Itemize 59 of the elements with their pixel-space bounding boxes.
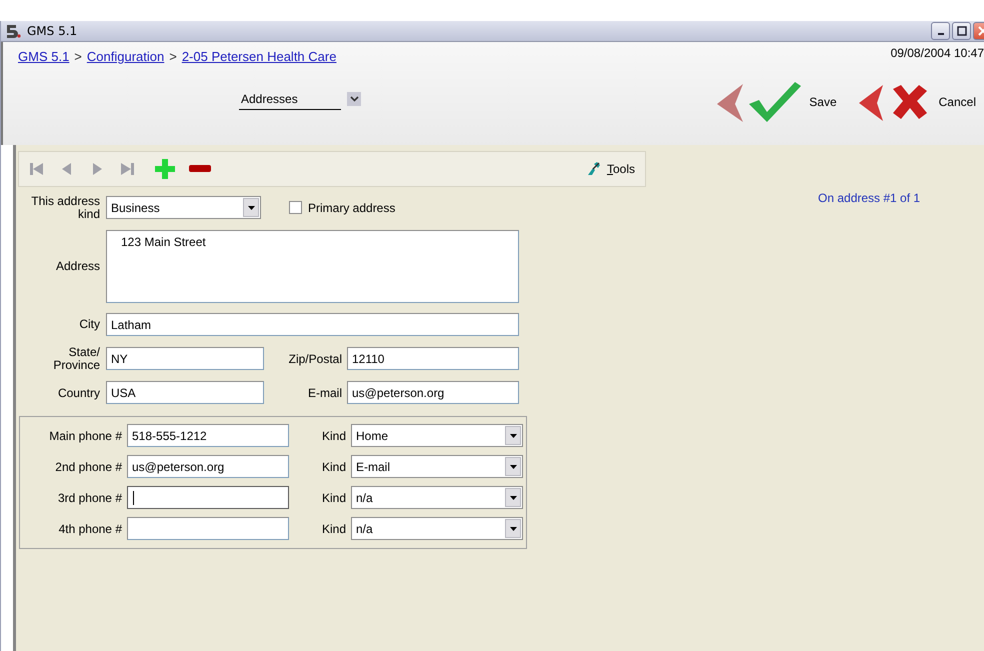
caret-icon <box>510 526 516 531</box>
chevron-icon <box>350 96 358 102</box>
address-field[interactable]: 123 Main Street <box>106 230 519 304</box>
caret-icon <box>510 496 516 500</box>
phone-label: 2nd phone # <box>54 460 122 474</box>
cancel-button[interactable]: Cancel <box>856 81 976 123</box>
caret-icon <box>510 464 516 469</box>
checkmark-icon <box>715 80 804 124</box>
maximize-icon <box>956 26 966 36</box>
checkbox-label: Primary address <box>308 200 396 215</box>
dropdown-button[interactable] <box>347 92 361 106</box>
city-field[interactable]: Latham <box>106 313 519 336</box>
address-kind-select[interactable]: Business <box>106 196 261 220</box>
kind-label: Kind <box>320 490 346 505</box>
field-label: City <box>78 318 100 331</box>
kind-label: Kind <box>320 428 346 443</box>
phone-kind-select[interactable]: E-mail <box>351 455 523 478</box>
minimize-button[interactable] <box>931 22 950 40</box>
phone-kind-select[interactable]: Home <box>351 424 523 448</box>
phone-label: Main phone # <box>48 428 122 443</box>
caret-icon <box>248 206 254 210</box>
plus-icon[interactable] <box>155 159 175 179</box>
tools-button[interactable]: Tools <box>586 161 635 177</box>
breadcrumb-link[interactable]: GMS 5.1 <box>18 49 70 64</box>
field-label: Country <box>56 386 100 400</box>
phone-field[interactable] <box>127 486 289 510</box>
primary-checkbox[interactable] <box>289 201 302 214</box>
save-button[interactable]: Save <box>715 80 837 124</box>
section-dropdown[interactable]: Addresses <box>239 88 341 110</box>
breadcrumb-link[interactable]: 2-05 Petersen Health Care <box>182 49 336 64</box>
minus-icon[interactable] <box>189 165 211 173</box>
email-field[interactable]: us@peterson.org <box>347 381 519 404</box>
date-time: 09/08/2004 10:47 <box>890 46 984 60</box>
kind-label: Kind <box>320 460 346 474</box>
phone-label: 3rd phone # <box>56 490 122 505</box>
field-label: State/ Province <box>52 346 100 372</box>
breadcrumb-separator: > <box>74 49 82 64</box>
caret-icon <box>510 434 516 438</box>
country-field[interactable]: USA <box>106 381 264 404</box>
field-label: Address <box>54 260 100 273</box>
field-label: E-mail <box>306 386 342 400</box>
tools-icon <box>586 161 602 177</box>
breadcrumb-link[interactable]: Configuration <box>86 49 164 64</box>
field-label: This address kind <box>30 195 100 220</box>
kind-label: Kind <box>320 522 346 536</box>
phone-kind-select[interactable]: n/a <box>351 517 523 540</box>
record-position: On address #1 of 1 <box>818 191 920 205</box>
phone-label: 4th phone # <box>58 522 122 536</box>
phone-kind-select[interactable]: n/a <box>351 486 523 510</box>
app-icon <box>5 24 21 38</box>
maximize-button[interactable] <box>952 22 971 40</box>
phone-field[interactable] <box>127 517 289 540</box>
state-field[interactable]: NY <box>106 347 264 370</box>
zip-field[interactable]: 12110 <box>347 347 519 370</box>
breadcrumb-separator: > <box>169 49 177 64</box>
phone-field[interactable]: 518-555-1212 <box>127 424 289 448</box>
phone-field[interactable]: us@peterson.org <box>127 455 289 478</box>
window-title: GMS 5.1 <box>27 24 78 38</box>
field-label: Zip/Postal <box>288 352 342 366</box>
